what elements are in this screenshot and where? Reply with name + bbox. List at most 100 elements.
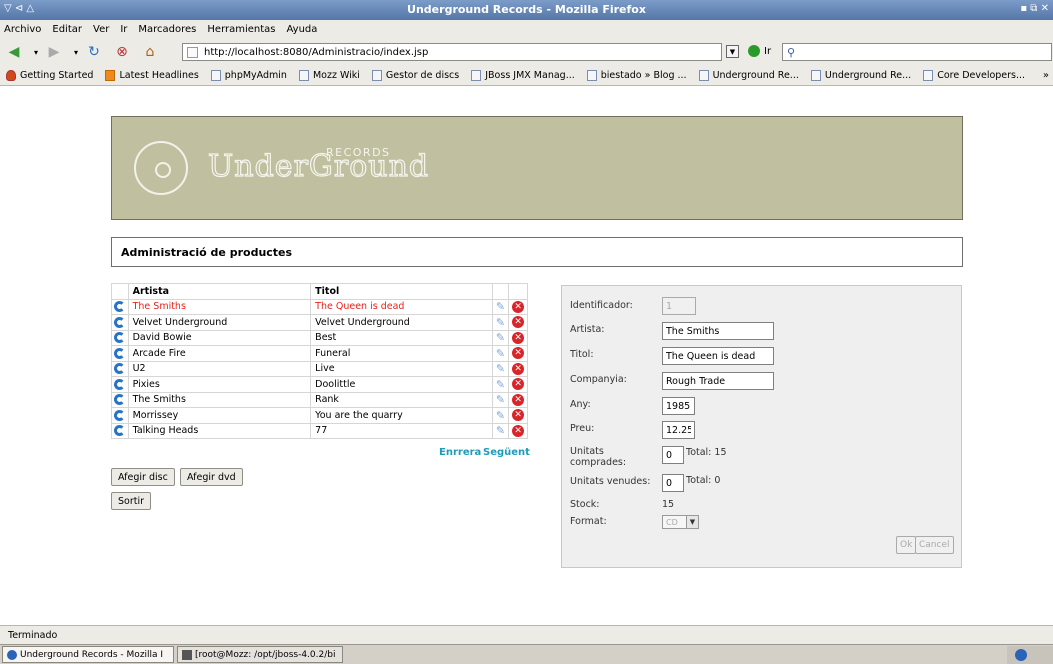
bookmark-item[interactable]: Core Developers... <box>923 70 1025 81</box>
menu-ayuda[interactable]: Ayuda <box>287 24 318 35</box>
edit-pencil-icon[interactable]: ✎ <box>496 378 505 391</box>
cell-artist: U2 <box>127 360 312 377</box>
edit-pencil-icon[interactable]: ✎ <box>496 316 505 329</box>
pager-next-link[interactable]: Següent <box>483 447 530 458</box>
edit-pencil-icon[interactable]: ✎ <box>496 300 505 313</box>
menu-ir[interactable]: Ir <box>120 24 127 35</box>
cell-title: The Queen is dead <box>310 298 493 315</box>
edit-pencil-icon[interactable]: ✎ <box>496 424 505 437</box>
select-row-icon[interactable] <box>114 378 126 390</box>
page-icon <box>298 70 309 81</box>
back-arrow-icon[interactable]: ◀ <box>4 43 24 61</box>
bookmark-label: Getting Started <box>20 70 94 81</box>
cell-title: 77 <box>310 422 493 439</box>
format-selected-value: CD <box>666 517 678 527</box>
delete-icon[interactable]: ✕ <box>512 393 525 406</box>
delete-icon[interactable]: ✕ <box>512 347 525 360</box>
menu-ver[interactable]: Ver <box>93 24 109 35</box>
table-header-row: Artista Titol <box>111 283 528 300</box>
cell-artist: Pixies <box>127 376 312 393</box>
delete-icon[interactable]: ✕ <box>512 331 525 344</box>
menu-marcadores[interactable]: Marcadores <box>138 24 196 35</box>
go-icon[interactable] <box>748 45 760 57</box>
reload-icon[interactable]: ↻ <box>84 43 104 61</box>
bookmark-item[interactable]: Mozz Wiki <box>298 70 360 81</box>
page-icon <box>371 70 382 81</box>
taskbar: Underground Records - Mozilla I [root@Mo… <box>0 644 1053 664</box>
url-bar[interactable] <box>182 43 722 61</box>
taskbar-item-firefox[interactable]: Underground Records - Mozilla I <box>2 646 174 663</box>
products-table: Artista Titol The Smiths The Queen is de… <box>111 283 528 439</box>
bookmarks-overflow-chevron[interactable]: » <box>1043 70 1053 81</box>
edit-pencil-icon[interactable]: ✎ <box>496 409 505 422</box>
units-sold-field[interactable] <box>662 474 684 492</box>
select-row-icon[interactable] <box>114 316 126 328</box>
delete-icon[interactable]: ✕ <box>512 409 525 422</box>
window-controls[interactable]: ▪ ⧉ ✕ <box>1020 3 1049 14</box>
add-dvd-button[interactable]: Afegir dvd <box>180 468 243 486</box>
forward-arrow-icon[interactable]: ▶ <box>44 43 64 61</box>
edit-pencil-icon[interactable]: ✎ <box>496 331 505 344</box>
terminal-icon <box>182 649 192 660</box>
table-row: Morrissey You are the quarry ✎ ✕ <box>111 407 528 424</box>
delete-icon[interactable]: ✕ <box>512 316 525 329</box>
menu-archivo[interactable]: Archivo <box>4 24 41 35</box>
bookmark-label: Underground Re... <box>824 70 912 81</box>
select-row-icon[interactable] <box>114 301 126 313</box>
delete-icon[interactable]: ✕ <box>512 362 525 375</box>
bookmark-item[interactable]: Underground Re... <box>698 70 799 81</box>
taskbar-item-terminal[interactable]: [root@Mozz: /opt/jboss-4.0.2/bi <box>177 646 343 663</box>
artist-field[interactable] <box>662 322 774 340</box>
select-row-icon[interactable] <box>114 394 126 406</box>
bookmark-item[interactable]: phpMyAdmin <box>210 70 287 81</box>
forward-dropdown-icon[interactable]: ▾ <box>66 43 86 61</box>
network-icon[interactable] <box>1015 649 1027 661</box>
back-dropdown-icon[interactable]: ▾ <box>26 43 46 61</box>
edit-pencil-icon[interactable]: ✎ <box>496 393 505 406</box>
delete-icon[interactable]: ✕ <box>512 300 525 313</box>
bookmark-label: Core Developers... <box>937 70 1026 81</box>
home-icon[interactable]: ⌂ <box>140 43 160 61</box>
edit-pencil-icon[interactable]: ✎ <box>496 362 505 375</box>
cancel-button[interactable]: Cancel <box>915 536 954 554</box>
pager-previous-link[interactable]: Enrrera <box>439 447 481 458</box>
title-field[interactable] <box>662 347 774 365</box>
go-label[interactable]: Ir <box>764 46 771 57</box>
table-row: David Bowie Best ✎ ✕ <box>111 329 528 346</box>
stop-icon[interactable]: ⊗ <box>112 43 132 61</box>
bookmark-item[interactable]: Underground Re... <box>810 70 912 81</box>
select-row-icon[interactable] <box>114 347 126 359</box>
window-titlebar: ▽ ⊲ △ Underground Records - Mozilla Fire… <box>0 0 1053 20</box>
search-input[interactable]: ⚲ <box>782 43 1052 61</box>
firefox-task-icon <box>7 649 17 660</box>
url-history-dropdown-icon[interactable]: ▼ <box>726 45 739 58</box>
url-input[interactable] <box>204 46 704 58</box>
company-field[interactable] <box>662 372 774 390</box>
price-field[interactable] <box>662 421 695 439</box>
bookmark-item[interactable]: Latest Headlines <box>105 70 199 81</box>
bookmark-item[interactable]: Getting Started <box>6 70 93 81</box>
column-header-delete <box>508 283 528 300</box>
ok-button[interactable]: Ok <box>896 536 917 554</box>
select-row-icon[interactable] <box>114 425 126 437</box>
price-label: Preu: <box>570 423 595 434</box>
units-bought-field[interactable] <box>662 446 684 464</box>
vinyl-disc-logo-icon <box>134 141 188 195</box>
delete-icon[interactable]: ✕ <box>512 424 525 437</box>
bookmark-item[interactable]: JBoss JMX Manag... <box>471 70 575 81</box>
delete-icon[interactable]: ✕ <box>512 378 525 391</box>
exit-button[interactable]: Sortir <box>111 492 152 510</box>
add-disc-button[interactable]: Afegir disc <box>111 468 175 486</box>
format-select[interactable]: CD ▼ <box>662 515 699 529</box>
menu-herramientas[interactable]: Herramientas <box>207 24 275 35</box>
bookmark-item[interactable]: biestado » Blog ... <box>586 70 687 81</box>
edit-pencil-icon[interactable]: ✎ <box>496 347 505 360</box>
bookmark-item[interactable]: Gestor de discs <box>371 70 459 81</box>
table-row: The Smiths The Queen is dead ✎ ✕ <box>111 298 528 315</box>
select-row-icon[interactable] <box>114 409 126 421</box>
menu-editar[interactable]: Editar <box>52 24 82 35</box>
units-bought-total: Total: 15 <box>686 447 727 458</box>
select-row-icon[interactable] <box>114 363 126 375</box>
year-field[interactable] <box>662 397 695 415</box>
select-row-icon[interactable] <box>114 332 126 344</box>
